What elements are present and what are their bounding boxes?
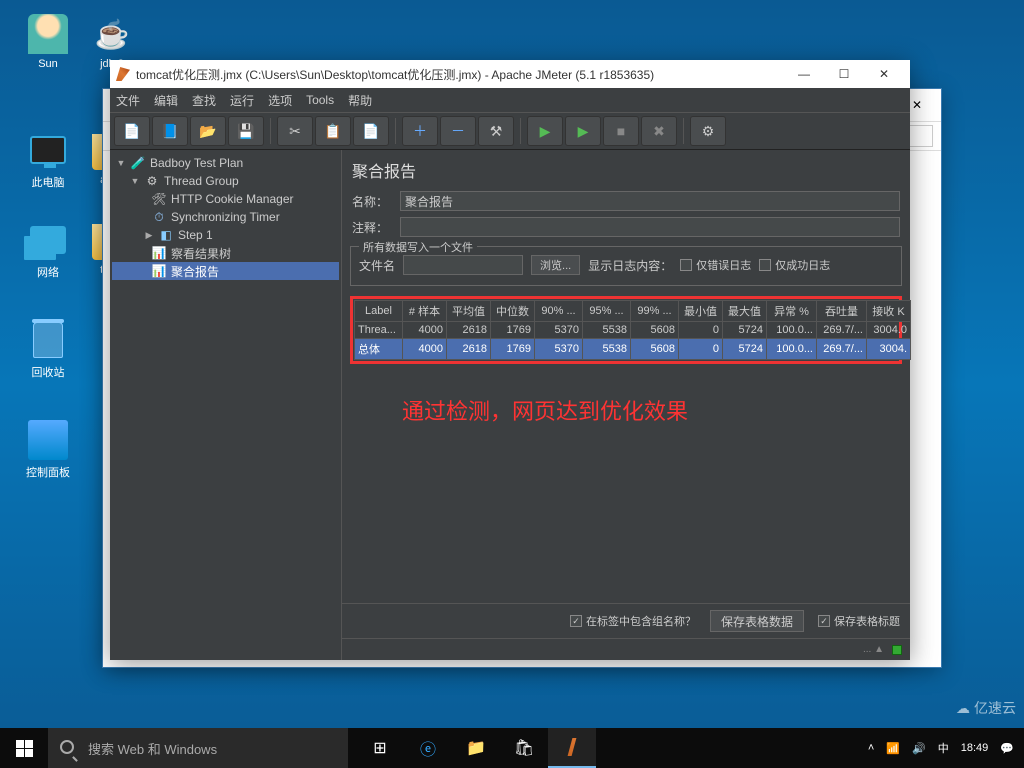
gear-icon: ⚙	[145, 174, 159, 188]
tree-sync-timer[interactable]: ⏱Synchronizing Timer	[112, 208, 339, 226]
clear-button[interactable]: ⚙	[690, 116, 726, 146]
chart-icon: 📊	[152, 246, 166, 260]
wrench-icon: 🛠	[152, 192, 166, 206]
table-row[interactable]: Threa...40002618176953705538560805724100…	[355, 322, 911, 339]
jmeter-taskbar-button[interactable]	[548, 728, 596, 768]
desktop-icon-controlpanel[interactable]: 控制面板	[18, 420, 78, 480]
annotation-text: 通过检测，网页达到优化效果	[342, 364, 910, 426]
maximize-button[interactable]: ☐	[824, 61, 864, 87]
menu-tools[interactable]: Tools	[306, 93, 334, 107]
minimize-button[interactable]: —	[784, 61, 824, 87]
tree-result-tree[interactable]: 📊察看结果树	[112, 244, 339, 262]
filename-field[interactable]	[403, 255, 523, 275]
panel-footer: 在标签中包含组名称？ 保存表格数据 保存表格标题	[342, 603, 910, 638]
desktop-icon-thispc[interactable]: 此电脑	[18, 130, 78, 190]
network-icon[interactable]: 📶	[886, 742, 900, 755]
tree-aggregate-report[interactable]: 📊聚合报告	[112, 262, 339, 280]
save-table-data-button[interactable]: 保存表格数据	[710, 610, 804, 632]
watermark: ☁ 亿速云	[956, 698, 1016, 718]
clock-icon: ⏱	[152, 210, 166, 224]
only-success-checkbox[interactable]: 仅成功日志	[759, 257, 830, 273]
status-bar: ... ▲	[342, 638, 910, 660]
windows-icon	[16, 740, 33, 757]
chart-icon: 📊	[152, 264, 166, 278]
expand-button[interactable]: ＋	[402, 116, 438, 146]
comment-field[interactable]	[400, 217, 900, 237]
flask-icon: 🧪	[131, 156, 145, 170]
browse-button[interactable]: 浏览...	[531, 255, 580, 275]
write-file-fieldset: 所有数据写入一个文件 文件名 浏览... 显示日志内容： 仅错误日志 仅成功日志	[350, 246, 902, 286]
volume-icon[interactable]: 🔊	[912, 742, 926, 755]
table-row-total[interactable]: 总体40002618176953705538560805724100.0...2…	[355, 339, 911, 360]
store-button[interactable]: 🛍	[500, 728, 548, 768]
start-button[interactable]: ▶	[527, 116, 563, 146]
start-no-pause-button[interactable]: ▶	[565, 116, 601, 146]
fieldset-legend: 所有数据写入一个文件	[359, 239, 477, 255]
taskbar[interactable]: 搜索 Web 和 Windows ⊞ ⓔ 📁 🛍 ˄ 📶 🔊 中 18:49 💬	[0, 728, 1024, 768]
desktop-icon-network[interactable]: 网络	[18, 220, 78, 280]
log-content-label: 显示日志内容：	[588, 257, 672, 274]
search-icon	[60, 740, 78, 757]
save-header-checkbox[interactable]: 保存表格标题	[818, 613, 900, 629]
status-led-icon	[892, 645, 902, 655]
collapse-button[interactable]: －	[440, 116, 476, 146]
ime-icon[interactable]: 中	[938, 740, 949, 756]
paste-button[interactable]: 📄	[353, 116, 389, 146]
open-button[interactable]: 📂	[190, 116, 226, 146]
include-group-checkbox[interactable]: 在标签中包含组名称？	[570, 613, 696, 629]
save-button[interactable]: 💾	[228, 116, 264, 146]
toggle-button[interactable]: ⚒	[478, 116, 514, 146]
tree-step1[interactable]: ▶◧Step 1	[112, 226, 339, 244]
menu-search[interactable]: 查找	[192, 92, 216, 109]
explorer-button[interactable]: 📁	[452, 728, 500, 768]
desktop-icon-sun[interactable]: Sun	[18, 14, 78, 70]
name-label: 名称：	[352, 193, 394, 210]
test-plan-tree[interactable]: ▼🧪Badboy Test Plan ▼⚙Thread Group 🛠HTTP …	[110, 150, 342, 660]
tray-chevron-icon[interactable]: ˄	[868, 742, 874, 754]
copy-button[interactable]: 📋	[315, 116, 351, 146]
taskbar-search[interactable]: 搜索 Web 和 Windows	[48, 728, 348, 768]
stop-button[interactable]: ■	[603, 116, 639, 146]
notifications-icon[interactable]: 💬	[1000, 742, 1014, 755]
menu-run[interactable]: 运行	[230, 92, 254, 109]
panel-title: 聚合报告	[342, 150, 910, 188]
cube-icon: ◧	[159, 228, 173, 242]
clock[interactable]: 18:49	[961, 742, 989, 754]
aggregate-report-table[interactable]: Label# 样本平均值中位数90% ...95% ...99% ...最小值最…	[354, 300, 911, 360]
tree-test-plan[interactable]: ▼🧪Badboy Test Plan	[112, 154, 339, 172]
menu-file[interactable]: 文件	[116, 92, 140, 109]
jmeter-window: tomcat优化压测.jmx (C:\Users\Sun\Desktop\tom…	[110, 60, 910, 660]
window-title: tomcat优化压测.jmx (C:\Users\Sun\Desktop\tom…	[136, 66, 654, 83]
only-errors-checkbox[interactable]: 仅错误日志	[680, 257, 751, 273]
tree-cookie-manager[interactable]: 🛠HTTP Cookie Manager	[112, 190, 339, 208]
jmeter-icon	[116, 67, 130, 81]
templates-button[interactable]: 📘	[152, 116, 188, 146]
close-button[interactable]: ✕	[864, 61, 904, 87]
start-button[interactable]	[0, 728, 48, 768]
name-field[interactable]	[400, 191, 900, 211]
java-icon: ☕	[92, 14, 132, 54]
file-label: 文件名	[359, 257, 395, 274]
menu-options[interactable]: 选项	[268, 92, 292, 109]
menu-help[interactable]: 帮助	[348, 92, 372, 109]
system-tray[interactable]: ˄ 📶 🔊 中 18:49 💬	[858, 740, 1024, 756]
task-view-button[interactable]: ⊞	[356, 728, 404, 768]
comment-label: 注释：	[352, 219, 394, 236]
desktop-icon-recycle[interactable]: 回收站	[18, 320, 78, 380]
table-header-row[interactable]: Label# 样本平均值中位数90% ...95% ...99% ...最小值最…	[355, 301, 911, 322]
results-table-highlight: Label# 样本平均值中位数90% ...95% ...99% ...最小值最…	[350, 296, 902, 364]
edge-button[interactable]: ⓔ	[404, 728, 452, 768]
titlebar[interactable]: tomcat优化压测.jmx (C:\Users\Sun\Desktop\tom…	[110, 60, 910, 88]
shutdown-button[interactable]: ✖	[641, 116, 677, 146]
toolbar: 📄 📘 📂 💾 ✂ 📋 📄 ＋ － ⚒ ▶ ▶ ■ ✖ ⚙	[110, 112, 910, 150]
tree-thread-group[interactable]: ▼⚙Thread Group	[112, 172, 339, 190]
cut-button[interactable]: ✂	[277, 116, 313, 146]
menubar: 文件 编辑 查找 运行 选项 Tools 帮助	[110, 88, 910, 112]
new-button[interactable]: 📄	[114, 116, 150, 146]
menu-edit[interactable]: 编辑	[154, 92, 178, 109]
